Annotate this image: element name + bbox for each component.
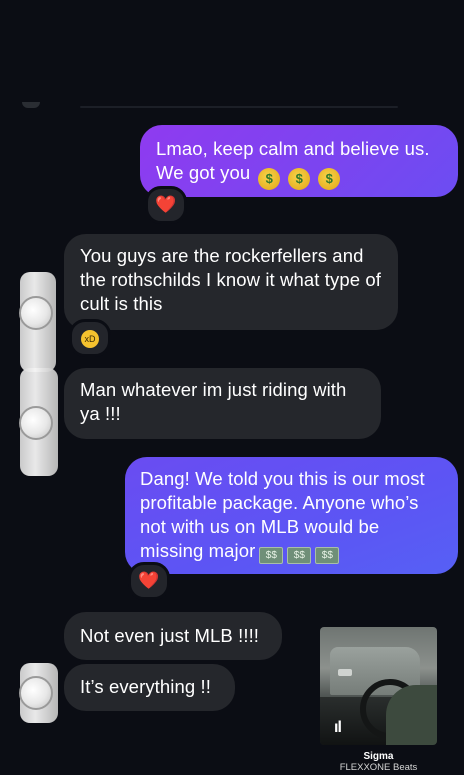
incoming-message[interactable]: It’s everything !! xyxy=(64,664,235,711)
message-divider xyxy=(80,106,398,108)
reaction-badge[interactable]: ❤️ xyxy=(128,562,170,600)
outgoing-message[interactable]: Dang! We told you this is our most profi… xyxy=(125,457,458,574)
media-title: Sigma xyxy=(363,751,394,762)
outgoing-message[interactable]: Lmao, keep calm and believe us. We got y… xyxy=(140,125,458,197)
heart-reaction-icon: ❤️ xyxy=(138,571,160,590)
laughing-face-icon: xD xyxy=(81,330,99,348)
avatar[interactable] xyxy=(19,676,53,710)
reaction-badge[interactable]: ❤️ xyxy=(145,186,187,224)
avatar[interactable] xyxy=(19,406,53,440)
money-mouth-face-icon: $ xyxy=(288,168,311,190)
message-text: You guys are the rockerfellers and the r… xyxy=(80,245,381,314)
message-text: It’s everything !! xyxy=(80,676,212,697)
money-mouth-face-icon: $ xyxy=(318,168,341,190)
reaction-badge[interactable]: xD 😂 xyxy=(69,319,111,357)
money-with-wings-icon: $$ xyxy=(315,547,340,564)
incoming-message[interactable]: Not even just MLB !!!! xyxy=(64,612,282,660)
media-car xyxy=(338,669,352,676)
money-with-wings-icon: $$ xyxy=(259,547,284,564)
chat-thread: Lmao, keep calm and believe us. We got y… xyxy=(0,0,464,775)
message-text: Not even just MLB !!!! xyxy=(80,625,260,646)
incoming-message[interactable]: Man whatever im just riding with ya !!! xyxy=(64,368,381,439)
avatar[interactable] xyxy=(19,296,53,330)
money-mouth-face-icon: $ xyxy=(258,168,281,190)
money-with-wings-icon: $$ xyxy=(287,547,312,564)
incoming-message[interactable]: You guys are the rockerfellers and the r… xyxy=(64,234,398,330)
media-arm xyxy=(386,685,437,745)
audio-waveform-icon: ıl xyxy=(334,719,342,736)
heart-reaction-icon: ❤️ xyxy=(155,195,177,214)
media-artist: FLEXXONE Beats xyxy=(339,762,418,773)
message-text: Man whatever im just riding with ya !!! xyxy=(80,379,347,424)
avatar-partial xyxy=(22,102,40,108)
shared-media-thumbnail[interactable]: ıl xyxy=(320,627,437,745)
